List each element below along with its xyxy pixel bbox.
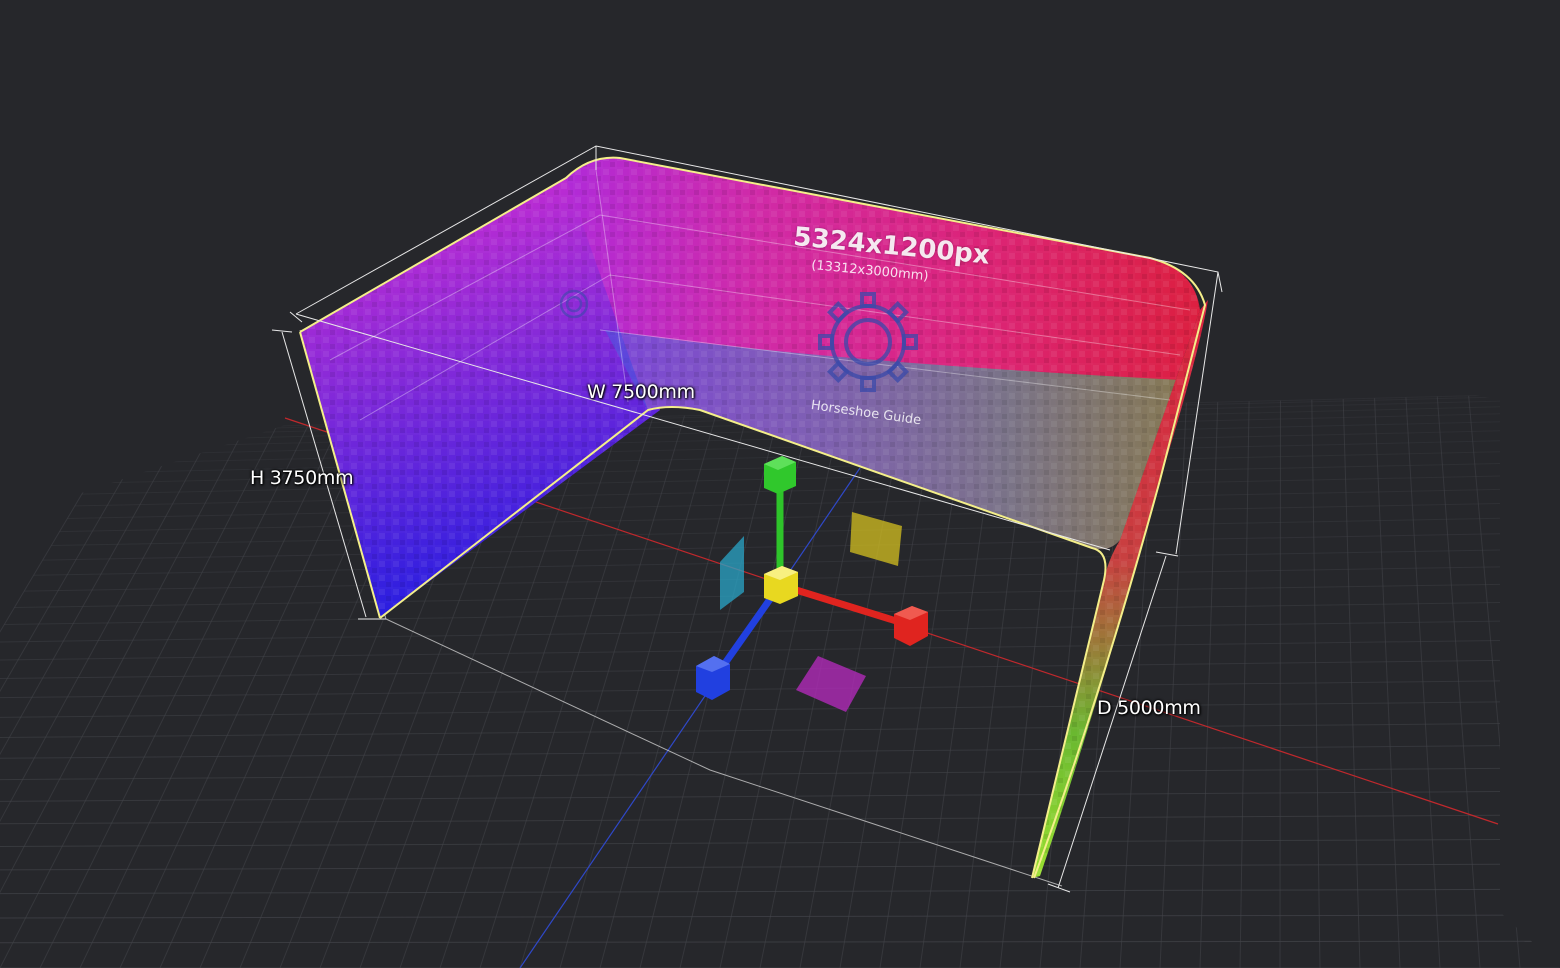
gizmo-y-handle[interactable] — [764, 456, 796, 494]
gizmo-plane-yz[interactable] — [720, 536, 744, 610]
gizmo-plane-xy[interactable] — [850, 512, 902, 566]
width-dimension-label: W 7500mm — [587, 381, 695, 403]
gizmo-x-handle[interactable] — [894, 606, 928, 646]
3d-viewport[interactable]: H 3750mm W 7500mm D 5000mm 5324x1200px (… — [0, 0, 1560, 968]
scene-canvas[interactable] — [0, 0, 1560, 968]
screen-back-wall[interactable] — [566, 157, 1200, 549]
depth-dimension-label: D 5000mm — [1097, 697, 1201, 719]
gizmo-center-handle[interactable] — [764, 566, 798, 604]
height-dimension-label: H 3750mm — [250, 467, 354, 489]
gizmo-z-handle[interactable] — [696, 656, 730, 700]
gizmo-plane-xz[interactable] — [796, 656, 866, 712]
world-z-axis — [519, 467, 861, 968]
move-gizmo-icon[interactable] — [696, 456, 928, 712]
